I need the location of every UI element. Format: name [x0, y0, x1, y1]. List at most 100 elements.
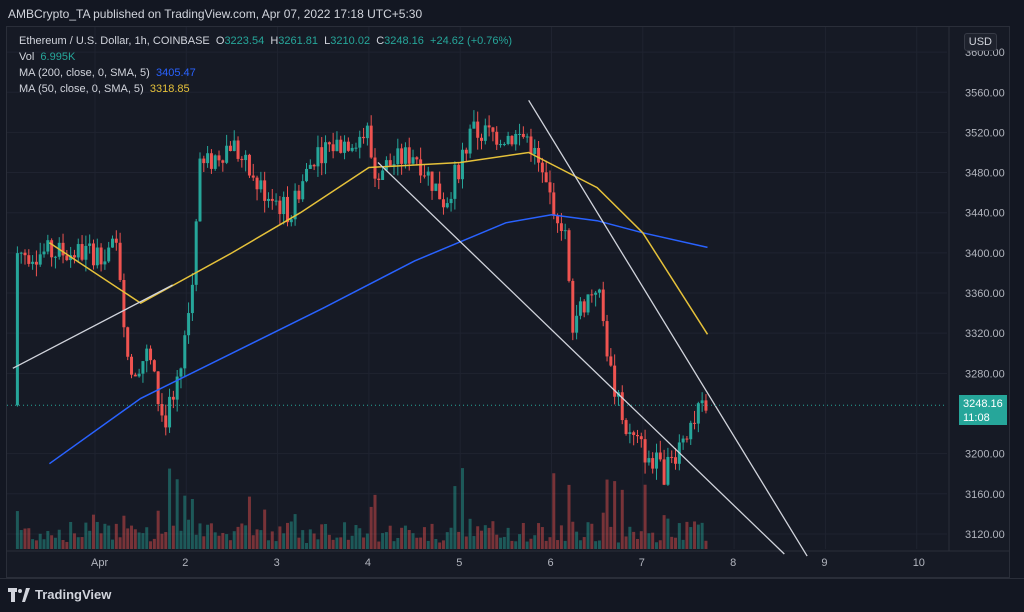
- candle-body: [183, 335, 187, 369]
- price-tick-label: 3400.00: [965, 248, 1005, 260]
- candle-body: [597, 289, 601, 293]
- volume-bar: [605, 479, 609, 549]
- volume-bar: [373, 494, 377, 549]
- volume-bar: [403, 525, 407, 549]
- volume-bar: [156, 510, 160, 549]
- volume-bar: [57, 529, 61, 549]
- volume-bar: [88, 530, 92, 549]
- candle-body: [674, 457, 678, 464]
- volume-bar: [529, 538, 533, 549]
- candle-body: [670, 456, 674, 458]
- volume-bar: [247, 496, 251, 549]
- candle-body: [72, 255, 76, 258]
- volume-bar: [80, 537, 84, 549]
- price-tick-label: 3200.00: [965, 449, 1005, 461]
- candle-body: [487, 125, 491, 128]
- volume-bar: [575, 531, 579, 549]
- candle-body: [350, 147, 354, 151]
- candle-body: [354, 147, 358, 149]
- volume-bar: [358, 528, 362, 549]
- volume-bar: [221, 532, 225, 549]
- volume-bar: [95, 521, 99, 549]
- candle-body: [19, 252, 23, 254]
- candle-body: [685, 438, 689, 440]
- volume-bar: [244, 525, 248, 549]
- volume-bar: [666, 518, 670, 549]
- price-chart[interactable]: 3600.003560.003520.003480.003440.003400.…: [7, 27, 1009, 577]
- candle-body: [103, 261, 107, 265]
- volume-bar: [225, 534, 229, 549]
- volume-bar: [274, 541, 278, 549]
- volume-bar: [384, 532, 388, 549]
- volume-bar: [335, 537, 339, 549]
- candle-body: [362, 136, 366, 139]
- candle-body: [689, 422, 693, 440]
- candle-body: [457, 164, 461, 180]
- price-tick-label: 3440.00: [965, 208, 1005, 220]
- volume-bar: [647, 533, 651, 549]
- chart-pane[interactable]: 3600.00 3560.00 3520.00 3480.00 3440.00 3400.…: [6, 26, 1010, 578]
- volume-bar: [597, 540, 601, 549]
- candle-body: [282, 196, 286, 215]
- time-tick-label: 5: [456, 557, 462, 569]
- candle-body: [118, 242, 122, 280]
- volume-bar: [499, 537, 503, 549]
- candle-body: [312, 164, 316, 167]
- candle-body: [590, 294, 594, 296]
- candle-body: [369, 125, 373, 158]
- volume-bar: [506, 527, 510, 549]
- volume-bar: [324, 523, 328, 549]
- candle-body: [38, 254, 42, 265]
- time-tick-label: 2: [182, 557, 188, 569]
- candle-body: [228, 145, 232, 152]
- candle-body: [654, 452, 658, 469]
- candle-body: [651, 458, 655, 469]
- candle-body: [358, 136, 362, 148]
- candle-body: [582, 301, 586, 313]
- candle-body: [696, 403, 700, 424]
- volume-legend: Vol 6.995K: [19, 51, 75, 63]
- currency-button[interactable]: USD: [963, 33, 997, 51]
- volume-bar: [635, 538, 639, 549]
- volume-bar: [533, 535, 537, 549]
- volume-bar: [259, 530, 263, 549]
- candle-body: [377, 178, 381, 180]
- volume-bar: [312, 533, 316, 549]
- volume-bar: [594, 541, 598, 549]
- candle-body: [533, 147, 537, 154]
- volume-bar: [126, 528, 130, 549]
- volume-bar: [164, 532, 168, 549]
- candle-body: [149, 348, 153, 361]
- volume-bar: [662, 515, 666, 549]
- candle-body: [662, 459, 666, 485]
- volume-bar: [209, 523, 213, 549]
- open-value: 3223.54: [224, 35, 265, 47]
- candle-body: [145, 348, 149, 362]
- candle-body: [373, 157, 377, 179]
- symbol-legend: Ethereum / U.S. Dollar, 1h, COINBASE O32…: [19, 35, 512, 47]
- volume-bar: [422, 527, 426, 549]
- candle-body: [632, 432, 636, 435]
- volume-bar: [320, 524, 324, 549]
- candle-body: [244, 154, 248, 161]
- volume-bar: [441, 540, 445, 549]
- candle-body: [693, 422, 697, 424]
- candle-body: [502, 143, 506, 145]
- candle-body: [381, 170, 385, 180]
- candle-body: [202, 158, 206, 164]
- candle-body: [27, 255, 31, 264]
- candle-body: [251, 175, 255, 178]
- candle-body: [403, 147, 407, 164]
- candle-body: [221, 160, 225, 163]
- volume-bar: [472, 536, 476, 549]
- tradingview-logo[interactable]: TradingView: [8, 587, 111, 602]
- ma200-legend[interactable]: MA (200, close, 0, SMA, 5) 3405.47: [19, 67, 196, 79]
- time-tick-label: 10: [913, 557, 925, 569]
- candle-body: [472, 121, 476, 129]
- candle-body: [441, 199, 445, 208]
- volume-bar: [563, 540, 567, 549]
- ma50-legend[interactable]: MA (50, close, 0, SMA, 5) 3318.85: [19, 83, 190, 95]
- volume-bar: [76, 537, 80, 549]
- candle-body: [301, 181, 305, 200]
- candle-body: [236, 140, 240, 159]
